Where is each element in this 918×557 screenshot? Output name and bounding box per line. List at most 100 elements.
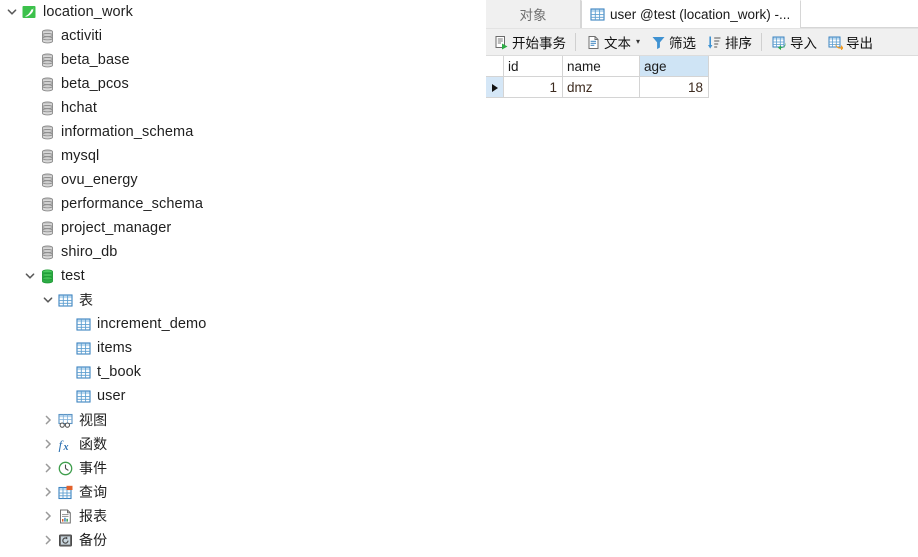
reports-icon — [56, 504, 74, 528]
events-icon — [56, 456, 74, 480]
tree-item-activiti[interactable]: activiti — [0, 24, 484, 48]
begin-transaction-button[interactable]: 开始事务 — [488, 30, 571, 54]
column-header-age[interactable]: age — [639, 56, 709, 77]
tree-item-performance_schema[interactable]: performance_schema — [0, 192, 484, 216]
tree-item-label: mysql — [61, 148, 100, 164]
tree-item-test[interactable]: test — [0, 264, 484, 288]
tree-item-label: 视图 — [79, 412, 108, 428]
twisty-placeholder — [58, 360, 74, 384]
tree-item-事件[interactable]: 事件 — [0, 456, 484, 480]
filter-button-label: 筛选 — [669, 36, 697, 51]
database-icon — [38, 168, 56, 192]
tree-item-beta_pcos[interactable]: beta_pcos — [0, 72, 484, 96]
cell-age[interactable]: 18 — [639, 76, 709, 98]
tree-item-project_manager[interactable]: project_manager — [0, 216, 484, 240]
tree-item-items[interactable]: items — [0, 336, 484, 360]
tree-item-label: hchat — [61, 100, 97, 116]
tables-folder-icon — [56, 288, 74, 312]
filter-button[interactable]: 筛选 — [645, 30, 701, 54]
import-button-label: 导入 — [790, 36, 818, 51]
twisty-placeholder — [22, 24, 38, 48]
twisty-placeholder — [22, 120, 38, 144]
tab-user-table-label: user @test (location_work) -... — [610, 7, 791, 22]
column-header-name[interactable]: name — [562, 56, 640, 77]
tree-item-表[interactable]: 表 — [0, 288, 484, 312]
toolbar-separator-2 — [761, 33, 763, 51]
grid-body: 1 dmz 18 — [486, 76, 709, 98]
chevron-down-icon[interactable] — [22, 264, 38, 288]
tree-item-查询[interactable]: 查询 — [0, 480, 484, 504]
export-button-label: 导出 — [846, 36, 874, 51]
chevron-down-icon[interactable]: ▾ — [636, 38, 640, 46]
row-indicator[interactable] — [486, 76, 504, 98]
data-grid-area[interactable]: id name age 1 dmz 18 — [486, 56, 918, 557]
tree-item-视图[interactable]: 视图 — [0, 408, 484, 432]
tree-item-备份[interactable]: 备份 — [0, 528, 484, 552]
twisty-placeholder — [22, 96, 38, 120]
table-data-panel: 对象 user @test (location_work) -... 开始事务 … — [486, 0, 918, 557]
twisty-placeholder — [22, 144, 38, 168]
begin-transaction-label: 开始事务 — [512, 36, 566, 51]
database-icon — [38, 96, 56, 120]
column-header-id[interactable]: id — [503, 56, 563, 77]
tree-item-label: beta_base — [61, 52, 130, 68]
tree-item-mysql[interactable]: mysql — [0, 144, 484, 168]
tree-item-报表[interactable]: 报表 — [0, 504, 484, 528]
toolbar-separator-1 — [575, 33, 576, 51]
chevron-down-icon[interactable] — [4, 0, 20, 24]
tree-item-label: beta_pcos — [61, 76, 129, 92]
sort-button[interactable]: 排序 — [701, 30, 757, 54]
export-button[interactable]: 导出 — [822, 30, 878, 54]
database-icon — [38, 72, 56, 96]
tree-item-label: items — [97, 340, 133, 356]
database-icon — [38, 216, 56, 240]
tree-item-hchat[interactable]: hchat — [0, 96, 484, 120]
tree-item-label: 报表 — [79, 508, 108, 524]
table-row[interactable]: 1 dmz 18 — [486, 76, 709, 98]
grid-corner-cell[interactable] — [486, 56, 504, 77]
tree-item-increment_demo[interactable]: increment_demo — [0, 312, 484, 336]
twisty-placeholder — [22, 240, 38, 264]
tree-item-函数[interactable]: f x 函数 — [0, 432, 484, 456]
tree-item-information_schema[interactable]: information_schema — [0, 120, 484, 144]
chevron-right-icon[interactable] — [40, 528, 56, 552]
tree-item-shiro_db[interactable]: shiro_db — [0, 240, 484, 264]
data-grid[interactable]: id name age 1 dmz 18 — [486, 56, 709, 98]
views-icon — [56, 408, 74, 432]
svg-text:x: x — [62, 441, 68, 451]
table-icon — [74, 312, 92, 336]
backup-icon — [56, 528, 74, 552]
database-icon — [38, 120, 56, 144]
twisty-placeholder — [58, 384, 74, 408]
tree-item-label: activiti — [61, 28, 103, 44]
cell-id[interactable]: 1 — [503, 76, 563, 98]
chevron-down-icon[interactable] — [40, 288, 56, 312]
twisty-placeholder — [22, 72, 38, 96]
tree-item-t_book[interactable]: t_book — [0, 360, 484, 384]
tab-objects[interactable]: 对象 — [486, 0, 581, 28]
chevron-right-icon[interactable] — [40, 408, 56, 432]
import-button[interactable]: 导入 — [766, 30, 822, 54]
chevron-right-icon[interactable] — [40, 432, 56, 456]
cell-name[interactable]: dmz — [562, 76, 640, 98]
tree-item-label: 事件 — [79, 460, 108, 476]
database-icon — [38, 192, 56, 216]
tree-item-location_work[interactable]: location_work — [0, 0, 484, 24]
tree-item-ovu_energy[interactable]: ovu_energy — [0, 168, 484, 192]
tree-item-label: information_schema — [61, 124, 194, 140]
tree-item-label: ovu_energy — [61, 172, 138, 188]
tree-item-user[interactable]: user — [0, 384, 484, 408]
tree-item-beta_base[interactable]: beta_base — [0, 48, 484, 72]
current-row-arrow-icon — [491, 83, 498, 92]
chevron-right-icon[interactable] — [40, 456, 56, 480]
tab-user-table[interactable]: user @test (location_work) -... — [581, 0, 802, 28]
sort-button-label: 排序 — [725, 36, 753, 51]
text-button[interactable]: 文本 ▾ — [580, 30, 645, 54]
chevron-right-icon[interactable] — [40, 480, 56, 504]
tree-item-label: test — [61, 268, 85, 284]
navicat-window: location_work activiti beta_base beta_pcosh… — [0, 0, 918, 557]
tree-item-label: user — [97, 388, 126, 404]
mysql-connection-icon — [20, 0, 38, 24]
chevron-right-icon[interactable] — [40, 504, 56, 528]
tree-item-label: 查询 — [79, 484, 108, 500]
